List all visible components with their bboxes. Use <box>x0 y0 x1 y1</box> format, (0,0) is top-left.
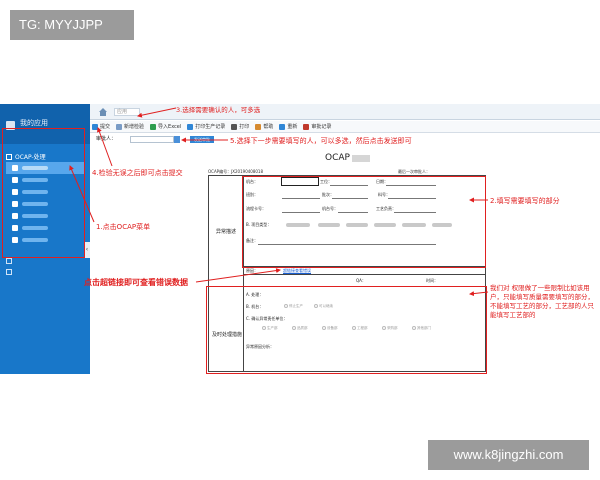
arrow-annotation-1 <box>69 165 95 223</box>
arrow-annotation-6 <box>195 268 281 283</box>
arrow-annotation-3 <box>137 107 177 118</box>
watermark-top: TG: MYYJJPP <box>10 10 134 40</box>
arrow-annotation-7 <box>469 291 489 297</box>
watermark-bottom: www.k8jingzhi.com <box>428 440 589 470</box>
arrow-annotation-4 <box>97 127 113 167</box>
annotation-arrows <box>69 107 489 297</box>
page: TG: MYYJJPP 我的应用 OCAP-处理 ‹ 应用 提交 新增检验 导入… <box>0 0 600 480</box>
app-screenshot: 我的应用 OCAP-处理 ‹ 应用 提交 新增检验 导入Excel 打印生产记录… <box>0 104 600 374</box>
